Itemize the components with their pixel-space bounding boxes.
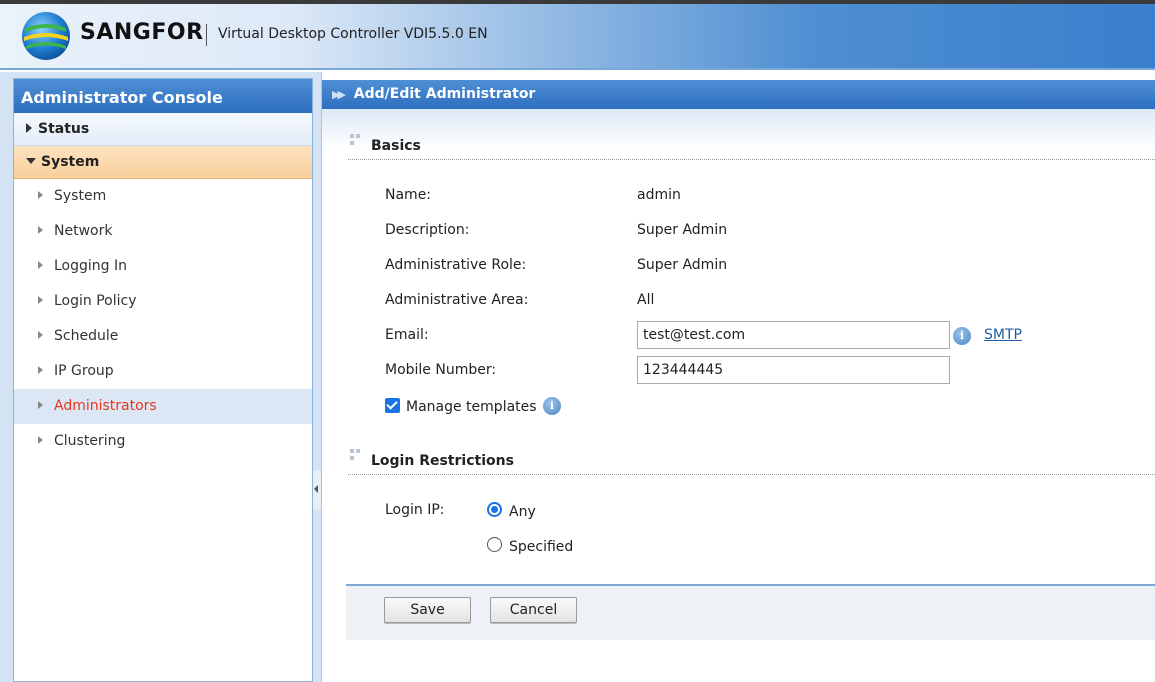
area-value: All [637, 292, 655, 308]
mobile-label: Mobile Number: [385, 362, 497, 378]
chevron-right-icon [38, 191, 43, 199]
smtp-link[interactable]: SMTP [984, 327, 1022, 343]
expand-arrow-icon [26, 123, 32, 133]
grip-icon [350, 449, 364, 463]
sidebar-item-logging-in[interactable]: Logging In [14, 249, 312, 284]
save-button[interactable]: Save [384, 597, 471, 623]
section-login-restrictions: Login Restrictions [348, 447, 1155, 475]
brand-name: SANGFOR [80, 20, 204, 45]
sidebar-item-label: System [54, 188, 107, 204]
sidebar-item-ip-group[interactable]: IP Group [14, 354, 312, 389]
section-title: Login Restrictions [371, 453, 514, 469]
sidebar-title: Administrator Console [14, 79, 312, 113]
section-title: Basics [371, 138, 421, 154]
sidebar-item-label: Administrators [54, 398, 157, 414]
header-divider [206, 24, 207, 46]
product-name: Virtual Desktop Controller VDI5.5.0 EN [218, 26, 488, 42]
sidebar-category-status[interactable]: Status [14, 113, 312, 146]
chevron-right-icon [38, 401, 43, 409]
name-value: admin [637, 187, 681, 203]
chevron-right-icon [38, 226, 43, 234]
sidebar-item-label: IP Group [54, 363, 114, 379]
double-chevron-icon: ▶▶ [332, 88, 346, 101]
chevron-right-icon [38, 331, 43, 339]
name-label: Name: [385, 187, 432, 203]
role-value: Super Admin [637, 257, 728, 273]
grip-icon [350, 134, 364, 148]
sidebar-category-label: Status [38, 121, 90, 137]
area-label: Administrative Area: [385, 292, 529, 308]
sidebar-item-label: Schedule [54, 328, 119, 344]
sidebar-item-system[interactable]: System [14, 179, 312, 214]
page-title: Add/Edit Administrator [353, 86, 536, 102]
sidebar: Administrator Console Status System Syst… [13, 78, 313, 682]
sidebar-item-network[interactable]: Network [14, 214, 312, 249]
login-ip-specified-radio[interactable] [487, 537, 502, 552]
email-field[interactable] [637, 321, 950, 349]
role-label: Administrative Role: [385, 257, 527, 273]
sidebar-item-label: Logging In [54, 258, 127, 274]
description-label: Description: [385, 222, 470, 238]
sidebar-item-login-policy[interactable]: Login Policy [14, 284, 312, 319]
login-ip-label: Login IP: [385, 502, 445, 518]
sidebar-item-administrators[interactable]: Administrators [14, 389, 312, 424]
sidebar-category-label: System [41, 154, 100, 170]
collapse-arrow-icon [26, 158, 36, 164]
chevron-right-icon [38, 436, 43, 444]
description-value: Super Admin [637, 222, 728, 238]
sidebar-item-clustering[interactable]: Clustering [14, 424, 312, 459]
section-basics: Basics [348, 132, 1155, 160]
sangfor-logo-icon [22, 12, 70, 60]
sidebar-item-label: Network [54, 223, 113, 239]
sidebar-item-label: Login Policy [54, 293, 137, 309]
mobile-number-field[interactable] [637, 356, 950, 384]
chevron-right-icon [38, 261, 43, 269]
manage-templates-label: Manage templates [406, 399, 537, 415]
sidebar-category-system[interactable]: System [14, 146, 312, 179]
page-title-bar: ▶▶ Add/Edit Administrator [322, 80, 1155, 109]
email-label: Email: [385, 327, 429, 343]
app-header: SANGFOR Virtual Desktop Controller VDI5.… [0, 4, 1155, 70]
login-ip-any-label: Any [509, 504, 536, 520]
cancel-button[interactable]: Cancel [490, 597, 577, 623]
sidebar-item-schedule[interactable]: Schedule [14, 319, 312, 354]
sidebar-collapse-handle[interactable] [313, 470, 321, 510]
info-icon[interactable]: i [543, 397, 561, 415]
collapse-left-icon [314, 485, 318, 493]
sidebar-item-label: Clustering [54, 433, 126, 449]
manage-templates-checkbox[interactable] [385, 398, 400, 413]
chevron-right-icon [38, 296, 43, 304]
login-ip-any-radio[interactable] [487, 502, 502, 517]
login-ip-specified-label: Specified [509, 539, 574, 555]
info-icon[interactable]: i [953, 327, 971, 345]
chevron-right-icon [38, 366, 43, 374]
